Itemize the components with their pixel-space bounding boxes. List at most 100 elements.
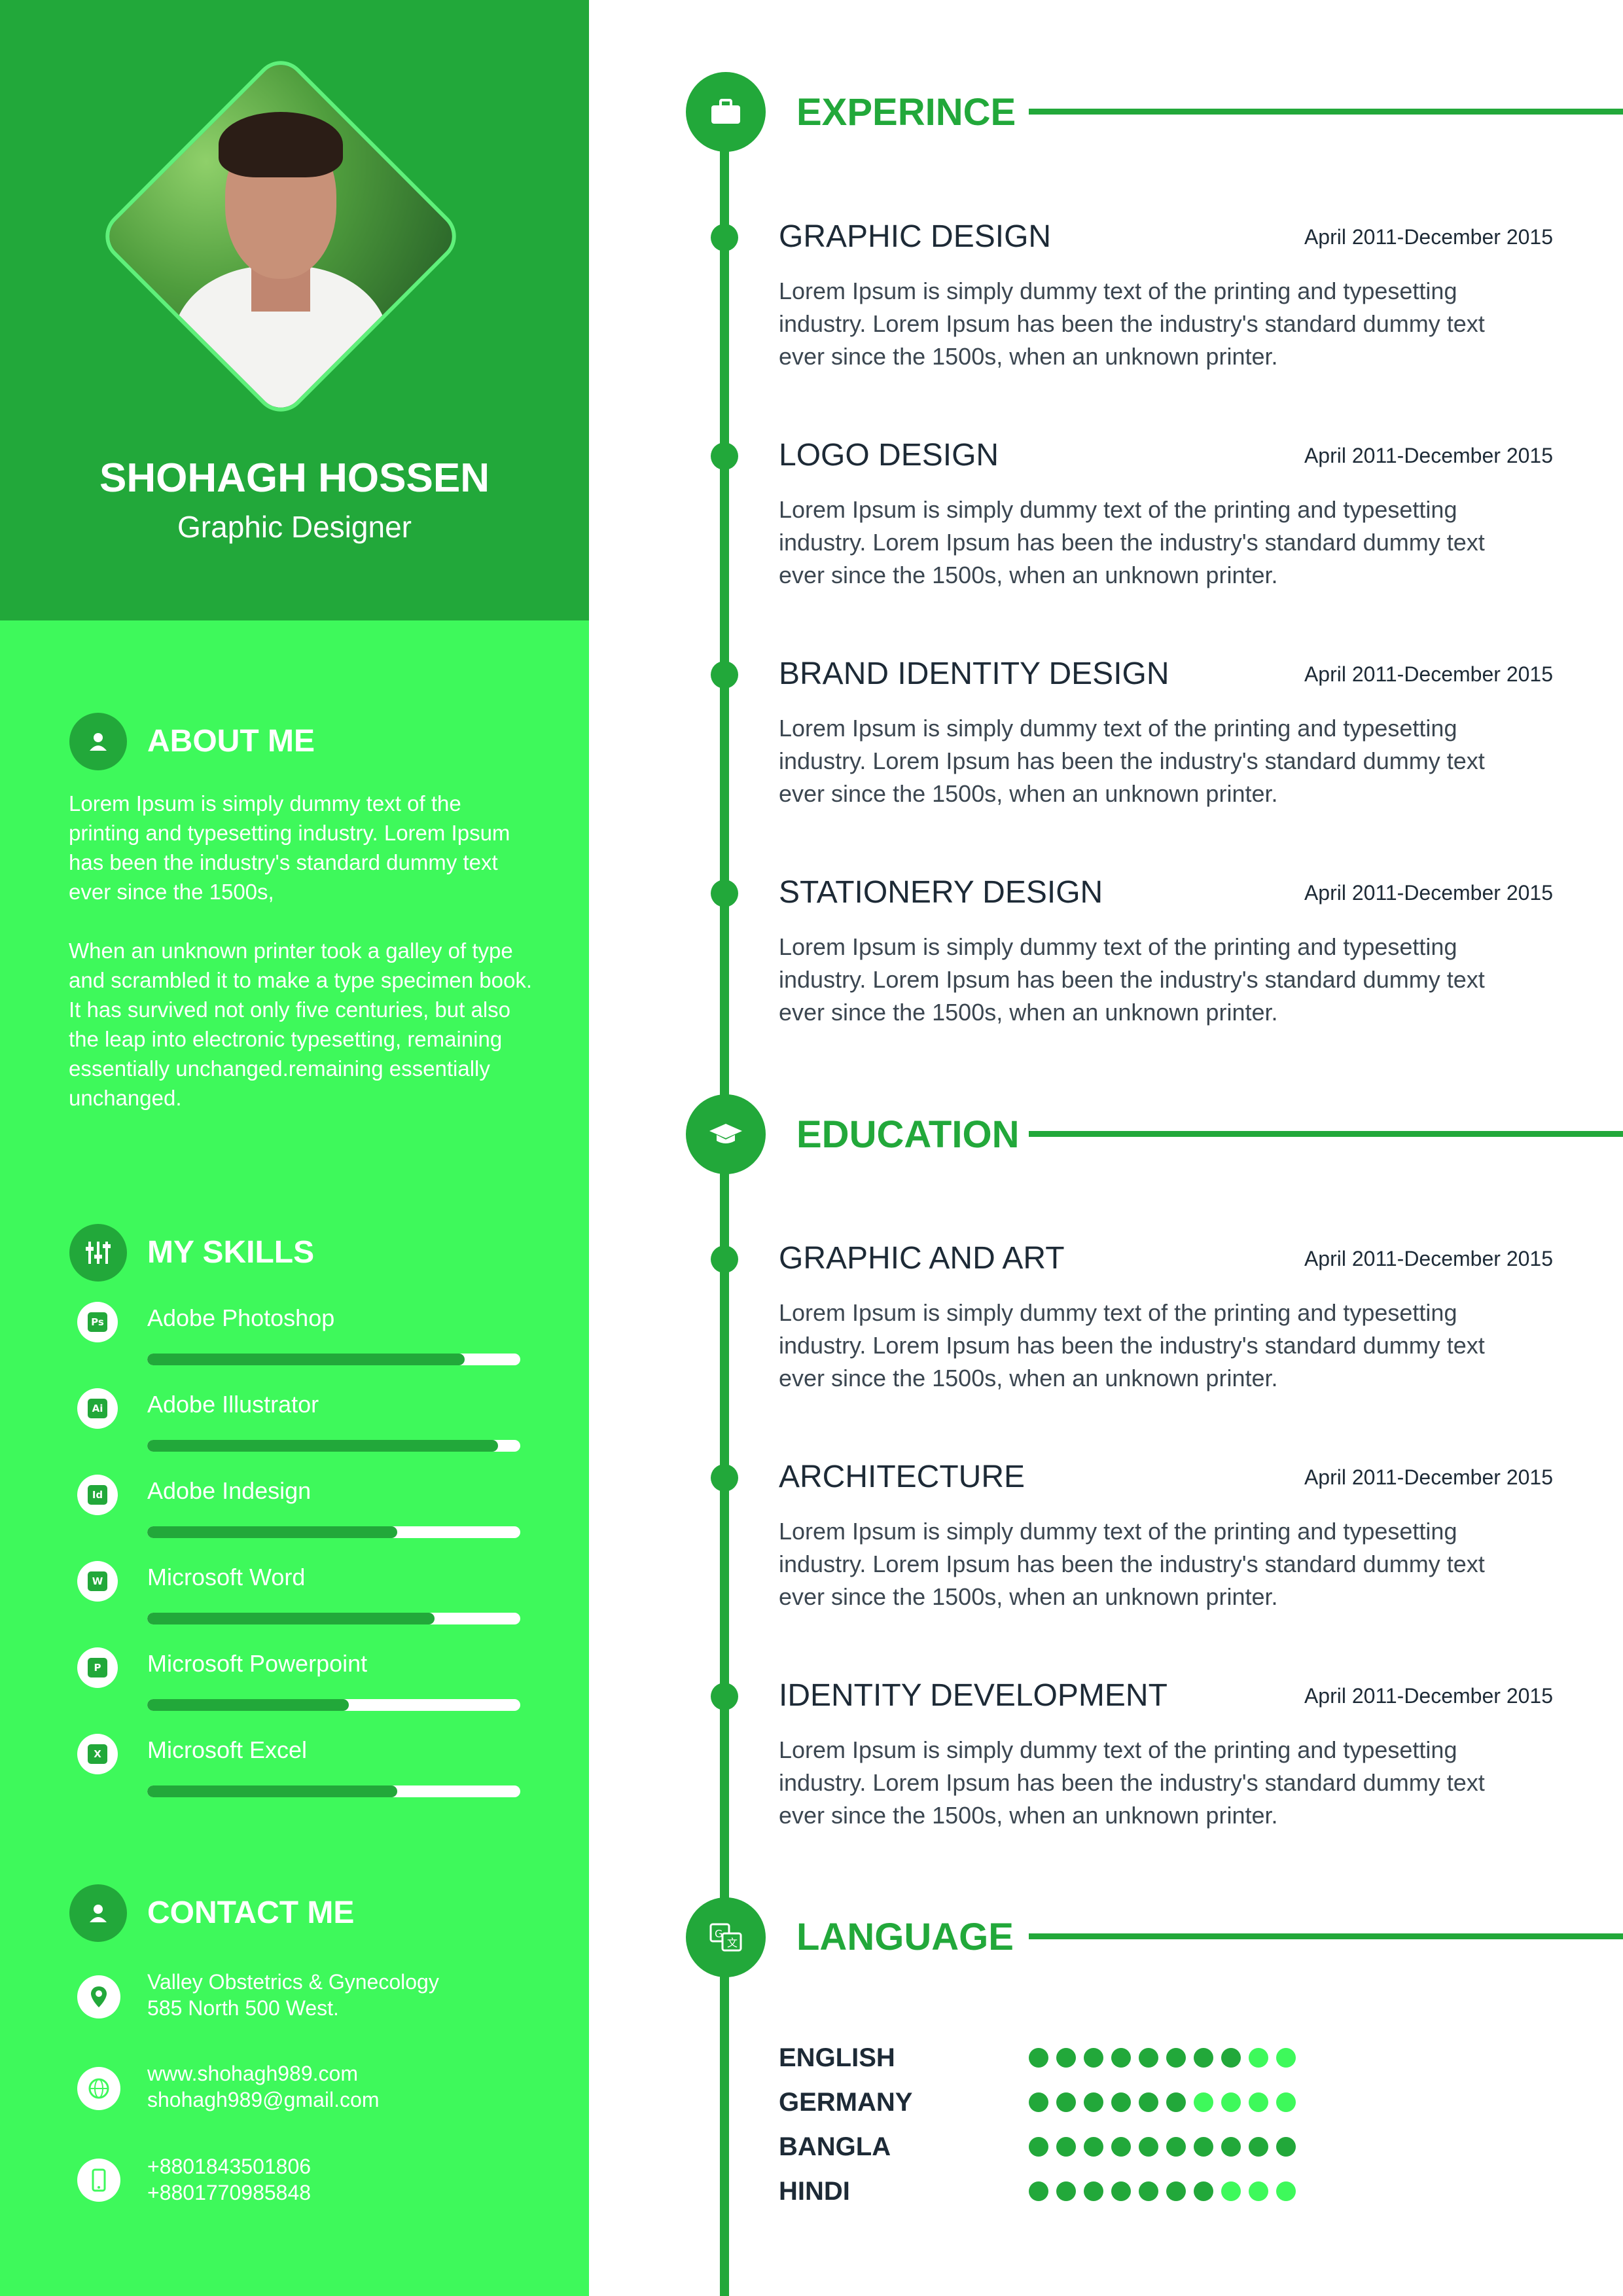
skill-progress-bar bbox=[147, 1613, 520, 1624]
language-rating bbox=[1029, 2092, 1296, 2112]
skill-progress-bar bbox=[147, 1526, 520, 1538]
entry-title: BRAND IDENTITY DESIGN bbox=[779, 656, 1169, 691]
rating-dot-filled bbox=[1139, 2137, 1158, 2157]
rating-dot-empty bbox=[1276, 2181, 1296, 2201]
skills-icon bbox=[69, 1224, 127, 1282]
left-sidebar: SHOHAGH HOSSEN Graphic Designer ABOUT ME… bbox=[0, 0, 589, 2296]
entry-description: Lorem Ipsum is simply dummy text of the … bbox=[779, 933, 1485, 1026]
profile-photo bbox=[94, 50, 467, 423]
skill-progress-fill bbox=[147, 1699, 349, 1711]
skill-progress-fill bbox=[147, 1785, 397, 1797]
entry-description: Lorem Ipsum is simply dummy text of the … bbox=[779, 1518, 1485, 1610]
timeline-dot bbox=[711, 1683, 738, 1710]
entry-description: Lorem Ipsum is simply dummy text of the … bbox=[779, 278, 1485, 370]
entry-description: Lorem Ipsum is simply dummy text of the … bbox=[779, 1299, 1485, 1391]
translate-icon: G文 bbox=[686, 1897, 766, 1977]
briefcase-icon bbox=[686, 72, 766, 152]
skill-icon-label: Ps bbox=[88, 1312, 107, 1332]
language-divider bbox=[1029, 1933, 1623, 1939]
skill-label: Microsoft Word bbox=[147, 1564, 306, 1590]
experience-divider bbox=[1029, 109, 1623, 115]
rating-dot-filled bbox=[1111, 2137, 1131, 2157]
globe-icon bbox=[77, 2067, 120, 2110]
skill-progress-fill bbox=[147, 1526, 397, 1538]
rating-dot-filled bbox=[1221, 2137, 1241, 2157]
entry-title: STATIONERY DESIGN bbox=[779, 875, 1103, 910]
entry-description: Lorem Ipsum is simply dummy text of the … bbox=[779, 496, 1485, 588]
rating-dot-filled bbox=[1056, 2181, 1076, 2201]
website-link[interactable]: www.shohagh989.com bbox=[147, 2060, 379, 2087]
rating-dot-filled bbox=[1276, 2137, 1296, 2157]
rating-dot-filled bbox=[1166, 2181, 1186, 2201]
about-title: ABOUT ME bbox=[147, 724, 315, 759]
rating-dot-filled bbox=[1111, 2048, 1131, 2068]
entry-date: April 2011-December 2015 bbox=[1304, 662, 1553, 686]
timeline-dot bbox=[711, 880, 738, 907]
entry-title: GRAPHIC AND ART bbox=[779, 1241, 1065, 1276]
entry-date: April 2011-December 2015 bbox=[1304, 444, 1553, 467]
education-divider bbox=[1029, 1131, 1623, 1137]
education-title: EDUCATION bbox=[796, 1113, 1020, 1156]
skill-label: Microsoft Excel bbox=[147, 1736, 308, 1763]
timeline-dot bbox=[711, 224, 738, 251]
about-paragraph-1: Lorem Ipsum is simply dummy text of the … bbox=[69, 791, 510, 904]
rating-dot-filled bbox=[1084, 2048, 1103, 2068]
language-name: GERMANY bbox=[779, 2088, 913, 2117]
skill-label: Adobe Photoshop bbox=[147, 1304, 335, 1331]
rating-dot-filled bbox=[1249, 2137, 1268, 2157]
rating-dot-filled bbox=[1084, 2092, 1103, 2112]
rating-dot-empty bbox=[1221, 2092, 1241, 2112]
rating-dot-empty bbox=[1221, 2181, 1241, 2201]
contact-web: www.shohagh989.com shohagh989@gmail.com bbox=[147, 2060, 379, 2113]
experience-title: EXPERINCE bbox=[796, 91, 1016, 134]
skills-title: MY SKILLS bbox=[147, 1235, 315, 1270]
profile-role: Graphic Designer bbox=[177, 510, 412, 544]
rating-dot-empty bbox=[1194, 2092, 1213, 2112]
rating-dot-filled bbox=[1084, 2137, 1103, 2157]
rating-dot-filled bbox=[1194, 2137, 1213, 2157]
address-line-1: Valley Obstetrics & Gynecology bbox=[147, 1970, 439, 1994]
language-title: LANGUAGE bbox=[796, 1916, 1014, 1958]
rating-dot-filled bbox=[1029, 2092, 1048, 2112]
entry-title: LOGO DESIGN bbox=[779, 438, 999, 473]
timeline-dot bbox=[711, 661, 738, 689]
rating-dot-filled bbox=[1194, 2181, 1213, 2201]
rating-dot-empty bbox=[1249, 2181, 1268, 2201]
skill-icon-label: W bbox=[88, 1571, 107, 1591]
rating-dot-filled bbox=[1029, 2048, 1048, 2068]
rating-dot-filled bbox=[1166, 2137, 1186, 2157]
user-icon bbox=[69, 713, 127, 770]
skill-icon-label: Ai bbox=[88, 1399, 107, 1418]
rating-dot-filled bbox=[1194, 2048, 1213, 2068]
rating-dot-filled bbox=[1029, 2181, 1048, 2201]
language-rating bbox=[1029, 2181, 1296, 2201]
timeline-dot bbox=[711, 442, 738, 470]
rating-dot-filled bbox=[1056, 2137, 1076, 2157]
rating-dot-filled bbox=[1139, 2181, 1158, 2201]
contact-user-icon bbox=[69, 1884, 127, 1942]
skill-progress-fill bbox=[147, 1354, 465, 1365]
location-icon bbox=[77, 1975, 120, 2018]
skill-progress-fill bbox=[147, 1440, 498, 1452]
contact-address: Valley Obstetrics & Gynecology 585 North… bbox=[147, 1969, 439, 2021]
rating-dot-filled bbox=[1056, 2048, 1076, 2068]
skill-progress-fill bbox=[147, 1613, 435, 1624]
profile-header: SHOHAGH HOSSEN Graphic Designer bbox=[0, 0, 589, 620]
entry-date: April 2011-December 2015 bbox=[1304, 225, 1553, 249]
about-paragraph-2: When an unknown printer took a galley of… bbox=[69, 939, 533, 1110]
rating-dot-empty bbox=[1249, 2092, 1268, 2112]
rating-dot-filled bbox=[1056, 2092, 1076, 2112]
skill-icon-label: X bbox=[88, 1744, 107, 1764]
profile-name: SHOHAGH HOSSEN bbox=[99, 456, 490, 501]
entry-description: Lorem Ipsum is simply dummy text of the … bbox=[779, 1736, 1485, 1829]
entry-date: April 2011-December 2015 bbox=[1304, 1247, 1553, 1270]
rating-dot-empty bbox=[1276, 2048, 1296, 2068]
contact-phone: +8801843501806 +8801770985848 bbox=[147, 2153, 311, 2206]
rating-dot-filled bbox=[1221, 2048, 1241, 2068]
skill-icon-label: Id bbox=[88, 1485, 107, 1505]
skill-app-icon: P bbox=[77, 1647, 118, 1688]
email-link[interactable]: shohagh989@gmail.com bbox=[147, 2087, 379, 2113]
skill-icon-label: P bbox=[88, 1658, 107, 1677]
rating-dot-empty bbox=[1276, 2092, 1296, 2112]
rating-dot-filled bbox=[1029, 2137, 1048, 2157]
